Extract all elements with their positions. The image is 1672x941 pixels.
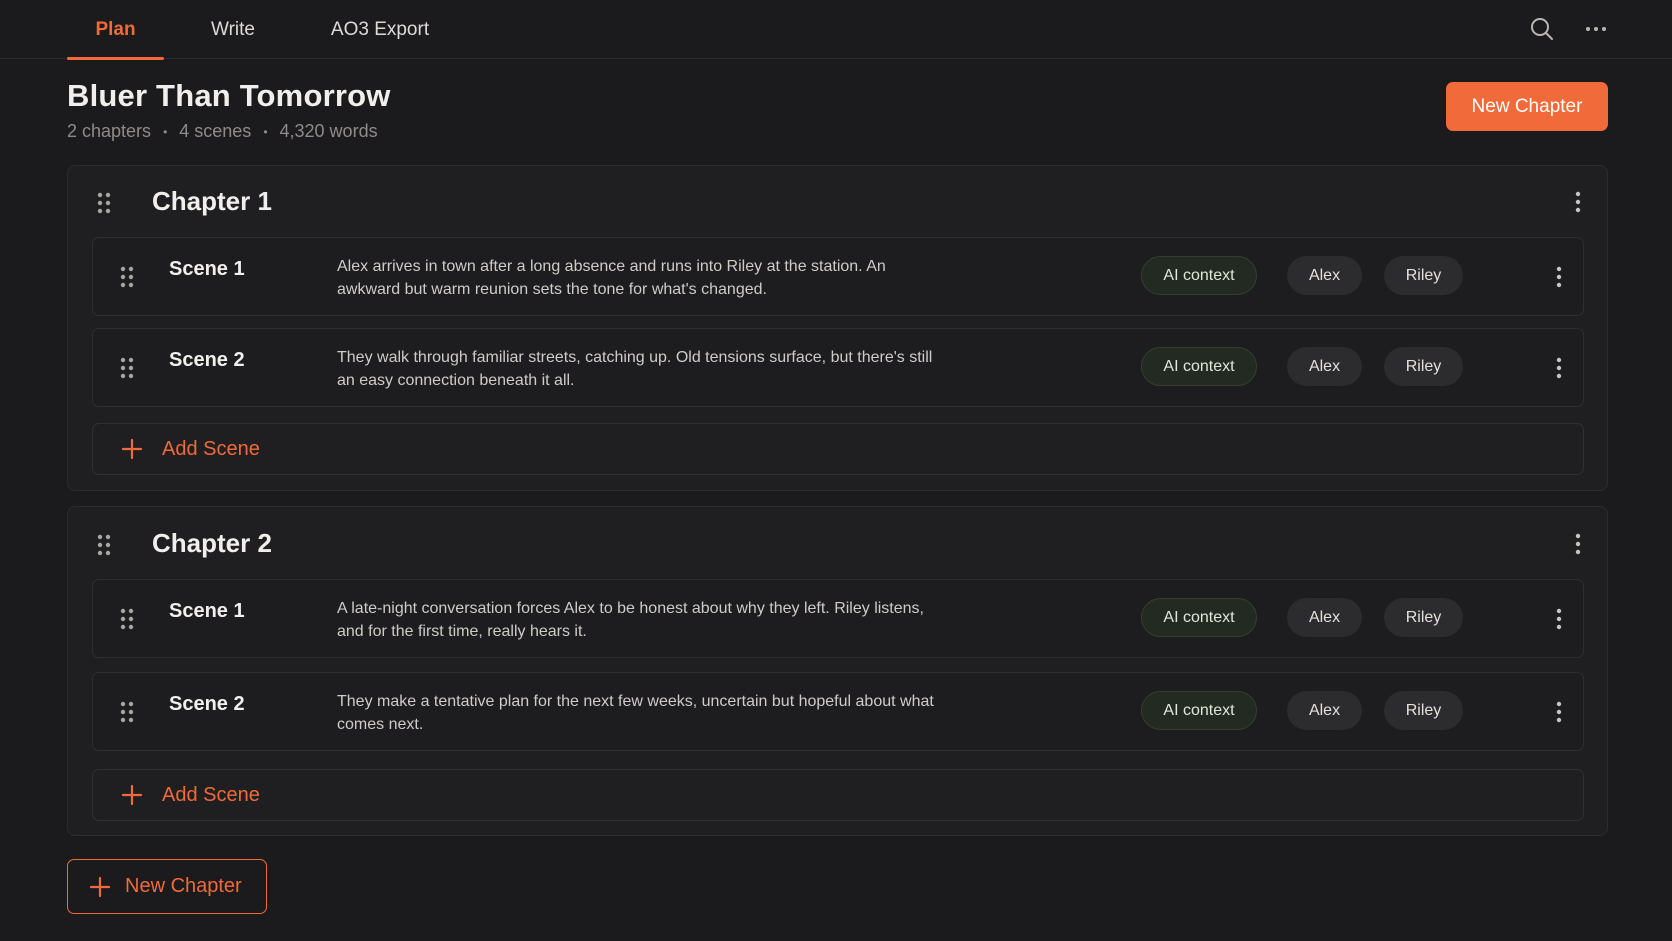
character-chip-riley[interactable]: Riley [1384,256,1463,295]
drag-handle-icon[interactable] [119,607,135,631]
chapter-title: Chapter 1 [152,186,272,216]
character-chip-alex[interactable]: Alex [1287,256,1362,295]
more-horizontal-icon[interactable] [1583,16,1609,42]
character-chip-riley[interactable]: Riley [1384,598,1463,637]
top-nav: Plan Write AO3 Export [0,0,1672,60]
more-vertical-icon[interactable] [1549,264,1569,290]
chapter-card: Chapter 2 Scene 1 A late-night conversat… [67,506,1608,836]
scene-title: Scene 1 [169,600,245,622]
scene-title: Scene 2 [169,693,245,715]
scene-row[interactable]: Scene 2 They walk through familiar stree… [92,328,1584,407]
tab-plan[interactable]: Plan [67,0,164,60]
drag-handle-icon[interactable] [119,265,135,289]
drag-handle-icon[interactable] [96,533,112,557]
project-stats: 2 chapters • 4 scenes • 4,320 words [67,121,378,142]
add-scene-button[interactable]: Add Scene [92,769,1584,821]
ai-context-chip[interactable]: AI context [1141,256,1257,295]
more-vertical-icon[interactable] [1549,699,1569,725]
more-vertical-icon[interactable] [1549,606,1569,632]
drag-handle-icon[interactable] [119,700,135,724]
tab-write[interactable]: Write [196,0,270,59]
character-chip-riley[interactable]: Riley [1384,691,1463,730]
ai-context-chip[interactable]: AI context [1141,691,1257,730]
scene-row[interactable]: Scene 1 Alex arrives in town after a lon… [92,237,1584,316]
separator: • [163,124,168,139]
scenes-count: 4 scenes [179,121,252,141]
ai-context-chip[interactable]: AI context [1141,347,1257,386]
chapter-title: Chapter 2 [152,528,272,558]
words-count: 4,320 words [279,121,378,141]
chapter-card: Chapter 1 Scene 1 Alex arrives in town a… [67,165,1608,491]
scene-description: They make a tentative plan for the next … [337,693,934,733]
character-chip-riley[interactable]: Riley [1384,347,1463,386]
new-chapter-button[interactable]: New Chapter [1446,82,1608,131]
search-icon[interactable] [1529,16,1555,42]
separator: • [263,124,268,139]
new-chapter-label: New Chapter [125,875,242,897]
plus-icon [89,876,111,897]
drag-handle-icon[interactable] [119,356,135,380]
more-vertical-icon[interactable] [1549,355,1569,381]
character-chip-alex[interactable]: Alex [1287,598,1362,637]
new-chapter-outline-button[interactable]: New Chapter [67,859,267,914]
character-chip-alex[interactable]: Alex [1287,691,1362,730]
add-scene-label: Add Scene [162,437,260,460]
scene-row[interactable]: Scene 2 They make a tentative plan for t… [92,672,1584,751]
drag-handle-icon[interactable] [96,191,112,215]
scene-title: Scene 1 [169,258,245,280]
character-chip-alex[interactable]: Alex [1287,347,1362,386]
more-vertical-icon[interactable] [1568,189,1588,215]
ai-context-chip[interactable]: AI context [1141,598,1257,637]
scene-description: A late-night conversation forces Alex to… [337,600,924,640]
scene-description: They walk through familiar streets, catc… [337,349,933,389]
add-scene-label: Add Scene [162,783,260,806]
scene-title: Scene 2 [169,349,245,371]
add-scene-button[interactable]: Add Scene [92,423,1584,475]
tab-ao3-export[interactable]: AO3 Export [320,0,440,59]
page-title: Bluer Than Tomorrow [67,78,391,113]
more-vertical-icon[interactable] [1568,531,1588,557]
scene-row[interactable]: Scene 1 A late-night conversation forces… [92,579,1584,658]
chapters-count: 2 chapters [67,121,152,141]
plus-icon [121,438,143,460]
scene-description: Alex arrives in town after a long absenc… [337,258,886,298]
plus-icon [121,784,143,806]
